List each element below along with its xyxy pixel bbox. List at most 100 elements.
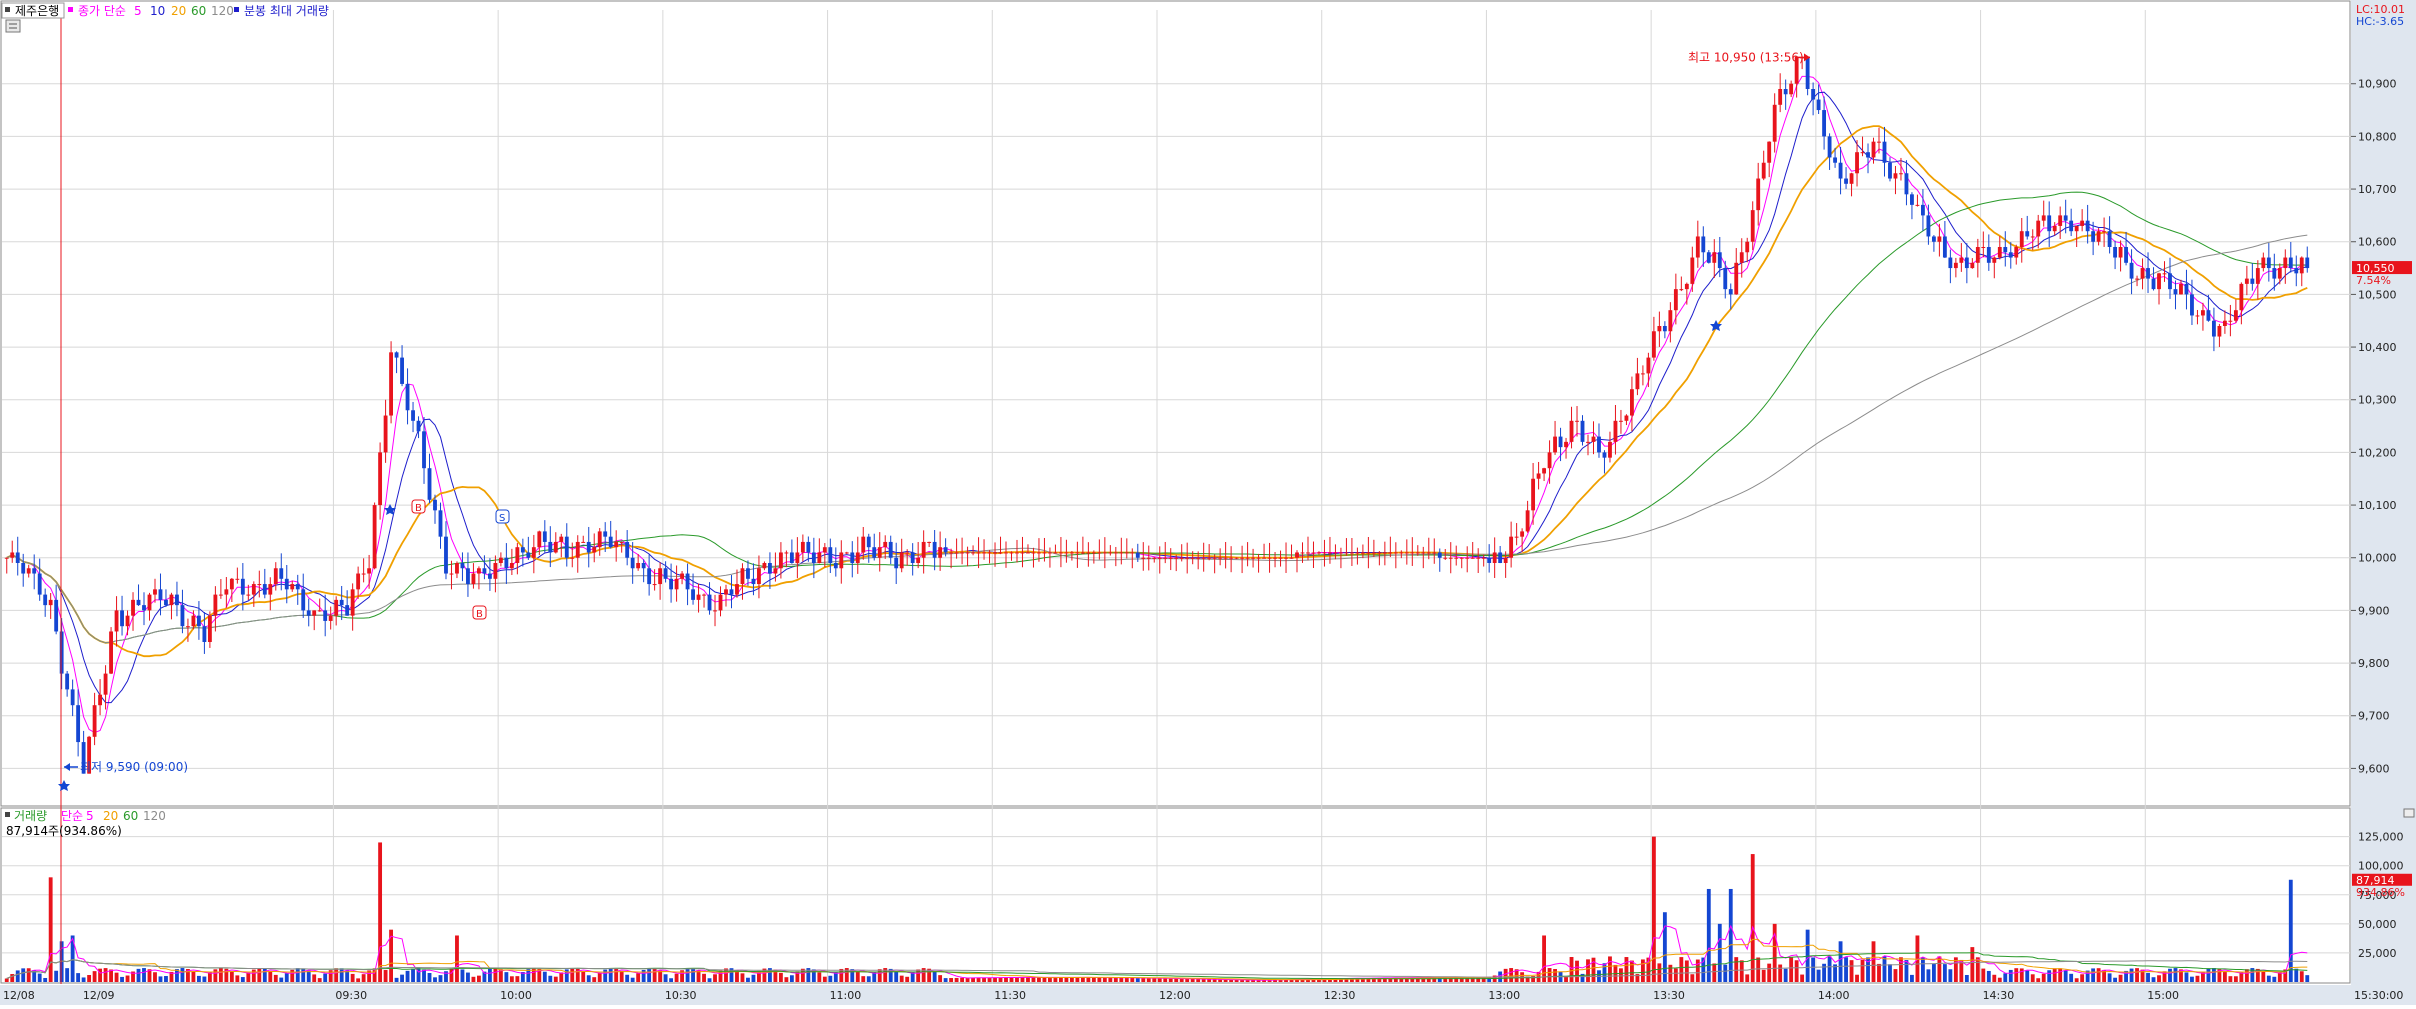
panel-minimize-button[interactable] xyxy=(2403,808,2415,818)
candle-body xyxy=(1459,557,1464,559)
candle-body xyxy=(680,573,684,579)
volume-bar xyxy=(828,975,833,982)
volume-bar xyxy=(1964,974,1969,982)
volume-bar xyxy=(2272,976,2277,982)
candle-body xyxy=(383,415,388,453)
volume-bar xyxy=(2294,968,2299,982)
volume-bar xyxy=(43,977,48,982)
volume-bar xyxy=(477,975,481,982)
volume-bar xyxy=(1662,912,1667,982)
volume-bar xyxy=(1042,977,1047,982)
volume-bar xyxy=(1712,963,1717,982)
candle-body xyxy=(1926,215,1931,237)
volume-bar xyxy=(1948,969,1953,982)
ma20-label: 20 xyxy=(171,4,186,18)
volume-bar xyxy=(1569,957,1574,982)
candle-body xyxy=(334,599,339,616)
volume-bar xyxy=(1888,964,1892,982)
volume-bar xyxy=(1651,836,1656,982)
candle-body xyxy=(1366,552,1371,554)
volume-bar xyxy=(21,968,26,982)
candle-body xyxy=(1701,236,1706,253)
candle-body xyxy=(795,552,800,563)
price-tick-label: 10,300 xyxy=(2358,394,2397,407)
volume-bar xyxy=(1086,977,1091,982)
candle-body xyxy=(658,568,663,585)
candle-body xyxy=(1267,557,1272,559)
candle-body xyxy=(894,557,899,569)
candle-body xyxy=(2063,215,2068,221)
time-tick-label: 11:00 xyxy=(830,989,862,1002)
volume-bar xyxy=(466,972,470,982)
volume-bar xyxy=(1761,969,1766,982)
volume-bar xyxy=(125,975,130,982)
candle-body xyxy=(531,547,536,558)
candle-body xyxy=(262,584,267,595)
candle-body xyxy=(960,552,965,554)
volume-bar xyxy=(158,976,163,982)
candle-body xyxy=(2179,283,2183,295)
candle-body xyxy=(899,552,904,569)
candle-body xyxy=(1811,89,1816,100)
volume-bar xyxy=(905,976,910,982)
volume-bar xyxy=(2107,973,2112,982)
candle-body xyxy=(158,589,163,600)
time-tick-label: 13:00 xyxy=(1488,989,1520,1002)
volume-bar xyxy=(691,968,695,982)
candle-body xyxy=(762,563,767,569)
candle-body xyxy=(669,578,674,590)
candle-body xyxy=(1937,236,1942,242)
candle-body xyxy=(1640,373,1645,375)
volume-bar xyxy=(2184,972,2189,982)
volume-title: 거래량 xyxy=(14,809,47,823)
volume-tick-label: 25,000 xyxy=(2358,947,2397,960)
candle-body xyxy=(1915,204,1920,206)
volume-bar xyxy=(1750,854,1755,982)
volume-bar xyxy=(1910,974,1914,982)
volume-bar xyxy=(1135,978,1140,982)
time-tick-label: 12:30 xyxy=(1324,989,1356,1002)
candle-body xyxy=(597,531,602,548)
candle-body xyxy=(1311,552,1316,554)
candle-body xyxy=(1015,552,1019,554)
candle-body xyxy=(455,563,459,574)
volume-bar xyxy=(1811,957,1816,982)
volume-bar xyxy=(855,972,860,982)
candle-body xyxy=(1514,536,1519,538)
volume-bar xyxy=(1240,980,1245,982)
candle-body xyxy=(477,568,481,574)
candle-body xyxy=(1130,552,1135,554)
volume-bar xyxy=(2113,977,2118,982)
volume-bar xyxy=(1657,963,1662,982)
volume-bar xyxy=(2157,975,2161,982)
price-tick-label: 9,800 xyxy=(2358,657,2390,670)
candle-body xyxy=(1113,552,1118,554)
candle-body xyxy=(1207,557,1212,559)
settings-toggle-button[interactable] xyxy=(5,19,21,33)
stock-chart[interactable]: 9,600 9,700 9,800 9,900 10,000 10,100 10,200 10… xyxy=(0,0,2416,1005)
volume-bar xyxy=(240,977,245,982)
candle-body xyxy=(2255,268,2260,284)
candle-body xyxy=(553,541,558,553)
volume-bar xyxy=(2047,970,2052,982)
volume-bar xyxy=(2118,974,2123,982)
volume-bar xyxy=(1108,977,1113,982)
candle-body xyxy=(1004,552,1008,554)
candle-body xyxy=(822,547,827,553)
candle-body xyxy=(1026,552,1030,554)
candle-body xyxy=(1437,552,1442,558)
candle-body xyxy=(1152,557,1157,559)
candle-body xyxy=(2151,278,2156,290)
candle-body xyxy=(2129,262,2134,279)
candle-body xyxy=(1558,436,1563,448)
candle-body xyxy=(2244,278,2249,284)
candle-body xyxy=(1619,420,1623,422)
volume-bar xyxy=(1794,960,1799,982)
candle-body xyxy=(724,589,728,595)
candle-body xyxy=(444,536,448,574)
candle-body xyxy=(1624,415,1629,421)
candle-body xyxy=(372,505,377,569)
volume-bar xyxy=(493,968,498,982)
candle-body xyxy=(339,599,344,606)
candle-body xyxy=(707,594,712,611)
